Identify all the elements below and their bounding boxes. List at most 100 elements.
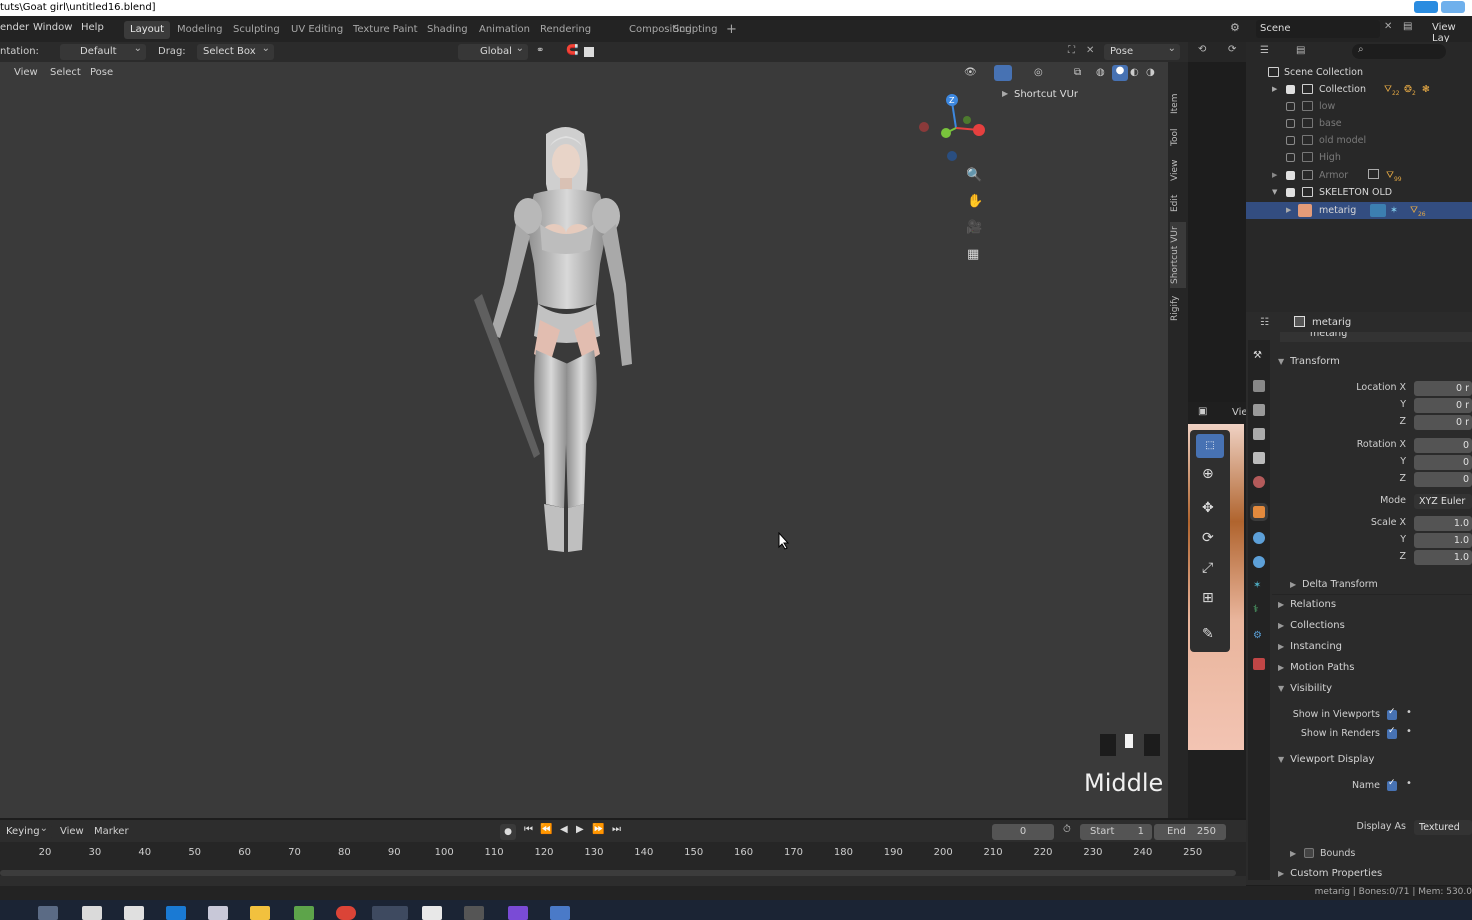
photos-app-icon[interactable] — [422, 906, 442, 920]
proportional-edit-icon[interactable] — [584, 47, 594, 57]
view-layer-field[interactable]: View Lay — [1432, 22, 1472, 44]
vs-app-icon[interactable] — [508, 906, 528, 920]
viewport-menu-select[interactable]: Select — [50, 67, 81, 78]
edge-app-icon[interactable] — [166, 906, 186, 920]
rotate-tool-icon[interactable]: ⟳ — [1202, 530, 1214, 546]
outliner-row-scene-collection[interactable]: Scene Collection — [1246, 64, 1472, 81]
gizmo-toggle-icon[interactable]: ⛶ — [1068, 45, 1075, 56]
expand-triangle-icon[interactable]: ▶ — [1286, 202, 1291, 219]
viewport-menu-view[interactable]: View — [14, 67, 38, 78]
scene-tab-icon[interactable] — [1253, 452, 1265, 464]
outliner-row-metarig[interactable]: ▶ metarig ✶ ⛛26 — [1246, 202, 1472, 219]
exclude-checkbox[interactable] — [1286, 171, 1295, 180]
editor-type-icon[interactable]: ▣ — [1198, 406, 1207, 417]
display-mode-icon[interactable]: ☰ — [1260, 45, 1269, 56]
annotate-tool-icon[interactable]: ✎ — [1202, 626, 1214, 642]
record-icon[interactable]: ● — [500, 824, 516, 840]
mail-app-icon[interactable] — [82, 906, 102, 920]
tab-modeling[interactable]: Modeling — [171, 21, 229, 39]
rendered-shading-icon[interactable]: ◑ — [1146, 67, 1155, 78]
collections-section[interactable]: ▶ Collections — [1278, 620, 1345, 631]
add-workspace-button[interactable]: + — [720, 21, 743, 39]
snap-icon[interactable]: 🧲 — [566, 45, 578, 56]
tab-item[interactable]: Item — [1170, 90, 1186, 118]
outliner-row-high[interactable]: High — [1246, 149, 1472, 166]
exclude-checkbox[interactable] — [1286, 85, 1295, 94]
motion-paths-section[interactable]: ▶ Motion Paths — [1278, 662, 1354, 673]
maximize-icon[interactable] — [1441, 1, 1466, 13]
transform-orientation-dropdown[interactable]: Global — [458, 41, 528, 60]
stopwatch-icon[interactable]: ⏱ — [1063, 824, 1071, 835]
wireframe-shading-icon[interactable]: ◍ — [1096, 67, 1105, 78]
jump-start-icon[interactable]: ⏮ — [524, 824, 533, 835]
keyframe-dot-icon[interactable]: • — [1406, 778, 1412, 789]
location-x-field[interactable]: 0 r — [1414, 381, 1472, 396]
menu-render[interactable]: ender — [0, 22, 29, 33]
outliner-row-old-model[interactable]: old model — [1246, 132, 1472, 149]
scale-x-field[interactable]: 1.0 — [1414, 516, 1472, 531]
image-editor-panel[interactable]: ▣ Vie ⬚ ⊕ ✥ ⟳ ⤢ ⊞ ✎ — [1188, 402, 1248, 818]
3d-viewport[interactable]: View Select Pose 👁 ◎ ⧉ ◍ ● ◐ ◑ ▶ Shortcu… — [0, 62, 1168, 818]
outliner-row-low[interactable]: low — [1246, 98, 1472, 115]
rotation-mode-dropdown[interactable]: XYZ Euler — [1414, 494, 1472, 509]
play-reverse-icon[interactable]: ◀ — [560, 824, 568, 835]
prev-keyframe-icon[interactable]: ⏪ — [540, 824, 552, 835]
rotation-z-field[interactable]: 0 — [1414, 472, 1472, 487]
texture-tab-icon[interactable] — [1253, 658, 1265, 670]
outliner-row-base[interactable]: base — [1246, 115, 1472, 132]
expand-triangle-icon[interactable]: ▶ — [1290, 849, 1296, 858]
play-icon[interactable]: ▶ — [576, 824, 584, 835]
object-name-field[interactable]: metarig — [1280, 332, 1472, 342]
outliner-row-skeleton-old[interactable]: ▼ SKELETON OLD — [1246, 184, 1472, 201]
menu-help[interactable]: Help — [81, 22, 104, 33]
solid-shading-icon[interactable]: ● — [1112, 65, 1128, 81]
filter-icon[interactable]: ▤ — [1296, 45, 1305, 56]
timeline-scrollbar[interactable] — [0, 870, 1236, 876]
close-icon[interactable]: ✕ — [1086, 45, 1094, 56]
timeline-menu-view[interactable]: View — [60, 826, 84, 837]
tab-texture-paint[interactable]: Texture Paint — [347, 21, 424, 39]
outliner-row-armor[interactable]: ▶ Armor ⛛99 — [1246, 167, 1472, 184]
transform-section-header[interactable]: ▼ Transform — [1278, 356, 1340, 367]
camera-icon[interactable]: 🎥 — [966, 220, 982, 235]
armature-data-tab-icon[interactable]: ⚕ — [1253, 604, 1265, 616]
scene-field[interactable]: Scene — [1256, 20, 1380, 38]
keying-menu[interactable]: Keying — [0, 821, 52, 840]
scale-z-field[interactable]: 1.0 — [1414, 550, 1472, 565]
next-keyframe-icon[interactable]: ⏩ — [592, 824, 604, 835]
constraint-tab-icon[interactable]: ✶ — [1253, 580, 1265, 592]
bounds-checkbox[interactable] — [1304, 848, 1314, 858]
store-app-icon[interactable] — [124, 906, 144, 920]
exclude-checkbox[interactable] — [1286, 136, 1295, 145]
visibility-section[interactable]: ▼ Visibility — [1278, 683, 1332, 694]
tab-layout[interactable]: Layout — [124, 21, 170, 39]
app-icon[interactable] — [550, 906, 570, 920]
relations-section[interactable]: ▶ Relations — [1278, 599, 1336, 610]
show-name-checkbox[interactable] — [1387, 778, 1397, 791]
drag-dropdown[interactable]: Select Box — [197, 41, 274, 60]
neg-y-axis-icon[interactable] — [963, 116, 971, 124]
keyframe-dot-icon[interactable]: • — [1406, 726, 1412, 737]
rotation-x-field[interactable]: 0 — [1414, 438, 1472, 453]
tab-shading[interactable]: Shading — [421, 21, 474, 39]
location-z-field[interactable]: 0 r — [1414, 415, 1472, 430]
move-tool-icon[interactable]: ✥ — [1202, 500, 1214, 516]
outliner-search-input[interactable]: ⌕ — [1352, 44, 1446, 59]
xray-icon[interactable]: ⧉ — [1074, 67, 1081, 78]
blender-app-icon[interactable] — [372, 906, 408, 920]
scale-tool-icon[interactable]: ⤢ — [1202, 560, 1213, 576]
navigation-gizmo[interactable]: Z — [912, 90, 992, 162]
obs-app-icon[interactable] — [464, 906, 484, 920]
select-tool-icon[interactable]: ⬚ — [1196, 434, 1224, 458]
tab-sculpting[interactable]: Sculpting — [227, 21, 286, 39]
tab-edit[interactable]: Edit — [1170, 190, 1186, 216]
pan-hand-icon[interactable]: ✋ — [967, 194, 983, 209]
material-shading-icon[interactable]: ◐ — [1130, 67, 1139, 78]
display-as-dropdown[interactable]: Textured — [1414, 820, 1472, 835]
physics-tab-icon[interactable] — [1253, 556, 1265, 568]
minimize-icon[interactable] — [1414, 1, 1438, 13]
world-tab-icon[interactable] — [1253, 476, 1265, 488]
chrome-app-icon[interactable] — [336, 906, 356, 920]
tab-rigify[interactable]: Rigify — [1170, 292, 1186, 324]
tab-rendering[interactable]: Rendering — [534, 21, 597, 39]
